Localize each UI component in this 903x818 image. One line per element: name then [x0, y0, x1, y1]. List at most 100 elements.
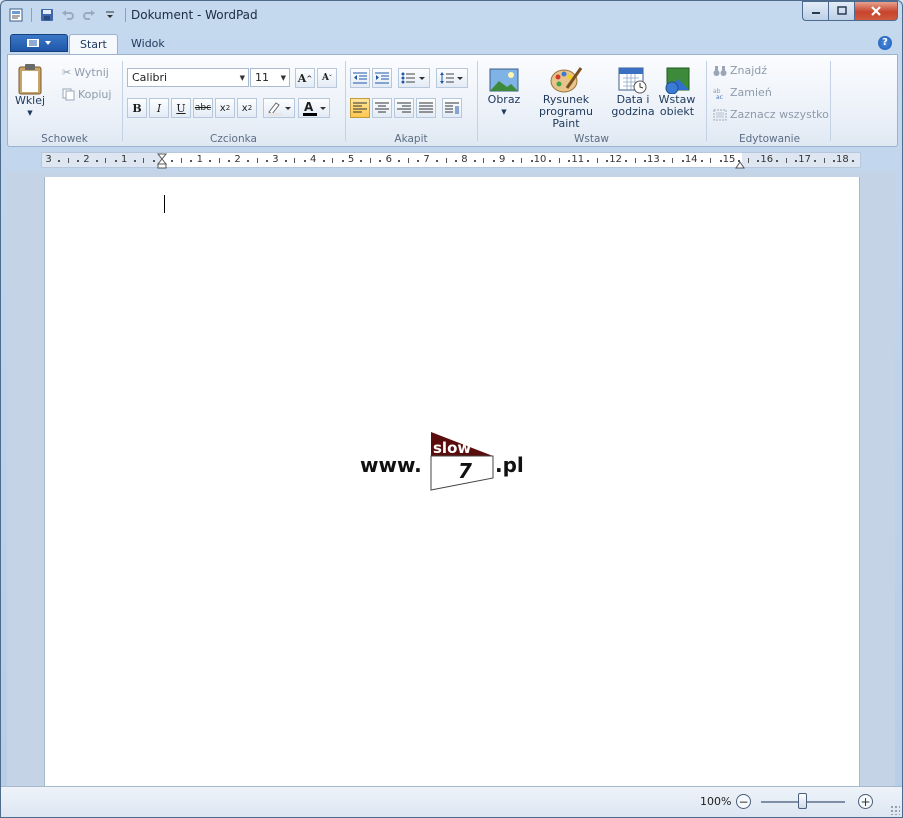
ruler-tick: [180, 158, 182, 163]
italic-button[interactable]: I: [149, 98, 169, 118]
paste-button[interactable]: Wklej ▼: [15, 63, 45, 119]
ruler-label: 18: [836, 154, 849, 165]
ruler-label: 7: [423, 154, 430, 165]
customize-toolbar-dropdown-icon[interactable]: [101, 6, 119, 24]
line-spacing-button[interactable]: [436, 68, 468, 88]
ruler-tick: [369, 158, 371, 163]
right-indent-marker[interactable]: [734, 159, 746, 169]
toolbar-separator: [31, 8, 32, 22]
close-button[interactable]: [854, 1, 898, 21]
align-center-button[interactable]: [372, 98, 392, 118]
ruler-tick: [379, 160, 382, 162]
app-menu-icon: [27, 39, 39, 47]
underline-button[interactable]: U: [171, 98, 191, 118]
clipboard-icon: [18, 64, 42, 95]
chevron-down-icon: ▼: [280, 74, 286, 82]
ruler-tick: [265, 160, 268, 162]
left-indent-marker[interactable]: [156, 153, 168, 169]
ruler-tick: [247, 160, 250, 162]
insert-object-button[interactable]: Wstaw obiekt: [656, 66, 698, 118]
highlight-color-button[interactable]: [263, 98, 295, 118]
copy-button[interactable]: Kopiuj: [62, 88, 111, 101]
paint-label-line2: programu Paint: [539, 105, 593, 130]
bullet-list-icon: [401, 72, 425, 84]
svg-text:A: A: [304, 100, 314, 114]
ruler-tick: [747, 158, 749, 163]
help-icon[interactable]: ?: [878, 36, 892, 50]
ruler-tick: [152, 160, 155, 162]
ruler-tick: [284, 160, 287, 162]
status-bar: 100% − +: [1, 786, 902, 817]
increase-indent-button[interactable]: [372, 68, 392, 88]
font-size-combo[interactable]: 11 ▼: [250, 68, 290, 87]
decrease-indent-button[interactable]: [350, 68, 370, 88]
ruler-tick: [105, 158, 107, 163]
ruler-label: 4: [310, 154, 317, 165]
document-page[interactable]: www. slow 7 .pl: [44, 177, 860, 792]
resize-grip[interactable]: [890, 805, 900, 815]
tab-view[interactable]: Widok: [121, 34, 175, 54]
ruler-label: 17: [798, 154, 811, 165]
application-menu-button[interactable]: [10, 34, 68, 52]
insert-datetime-button[interactable]: Data i godzina: [611, 66, 655, 118]
ruler-label: 11: [571, 154, 585, 165]
wordpad-app-icon[interactable]: [7, 6, 25, 24]
ruler-tick: [606, 160, 609, 162]
bold-button[interactable]: B: [127, 98, 147, 118]
ruler-tick: [454, 160, 457, 162]
zoom-slider-thumb[interactable]: [798, 793, 807, 809]
ruler-tick: [332, 158, 334, 163]
superscript-button[interactable]: x2: [237, 98, 257, 118]
insert-paint-drawing-button[interactable]: Rysunek programu Paint: [524, 66, 608, 130]
ruler-tick: [710, 158, 712, 163]
list-button[interactable]: [398, 68, 430, 88]
align-right-button[interactable]: [394, 98, 414, 118]
ruler-tick: [417, 160, 420, 162]
redo-icon[interactable]: [80, 6, 98, 24]
ruler-tick: [681, 160, 684, 162]
decrease-indent-icon: [353, 72, 367, 84]
find-label: Znajdź: [730, 64, 768, 77]
paste-label: Wklej: [14, 94, 46, 107]
ruler-tick: [634, 158, 636, 163]
ruler-tick: [58, 160, 61, 162]
zoom-out-button[interactable]: −: [736, 794, 751, 809]
align-left-button[interactable]: [350, 98, 370, 118]
font-color-icon: A: [303, 100, 326, 116]
scissors-icon: ✂: [62, 66, 72, 79]
shrink-font-button[interactable]: Aˇ: [317, 68, 337, 88]
insert-group-label: Wstaw: [574, 133, 609, 145]
zoom-in-button[interactable]: +: [858, 794, 873, 809]
insert-picture-button[interactable]: Obraz ▼: [484, 66, 524, 118]
clipboard-group: Wklej ▼ ✂ Wytnij Kopiuj Schowek: [8, 58, 121, 146]
ruler-tick: [643, 160, 646, 162]
maximize-button[interactable]: [828, 1, 854, 21]
find-button[interactable]: Znajdź: [713, 64, 767, 77]
justify-button[interactable]: [416, 98, 436, 118]
minimize-button[interactable]: [802, 1, 828, 21]
subscript-button[interactable]: x2: [215, 98, 235, 118]
font-family-value: Calibri: [132, 71, 168, 84]
cut-label: Wytnij: [74, 66, 109, 79]
replace-button[interactable]: ab ac Zamień: [713, 86, 772, 99]
save-icon[interactable]: [38, 6, 56, 24]
cut-button[interactable]: ✂ Wytnij: [62, 66, 109, 79]
ruler-tick: [672, 158, 674, 163]
document-area: www. slow 7 .pl: [7, 171, 895, 792]
font-color-button[interactable]: A: [298, 98, 330, 118]
ruler-tick: [625, 160, 628, 162]
ruler-tick: [795, 160, 798, 162]
ruler-tick: [114, 160, 117, 162]
align-right-icon: [397, 102, 411, 113]
select-all-button[interactable]: Zaznacz wszystko: [713, 108, 829, 121]
grow-font-button[interactable]: A ^: [295, 68, 315, 88]
tab-start[interactable]: Start: [69, 34, 118, 54]
strikethrough-button[interactable]: abc: [193, 98, 213, 118]
paragraph-settings-button[interactable]: [442, 98, 462, 118]
undo-icon[interactable]: [59, 6, 77, 24]
ruler-tick: [814, 160, 817, 162]
select-all-icon: [713, 109, 727, 120]
font-family-combo[interactable]: Calibri ▼: [127, 68, 249, 87]
logo-prefix: www.: [360, 453, 422, 477]
ruler[interactable]: 3 2 1 1 2 3 4 5 6 7 8 9 10 11 12 13 14 15 16 17 18: [41, 152, 861, 169]
